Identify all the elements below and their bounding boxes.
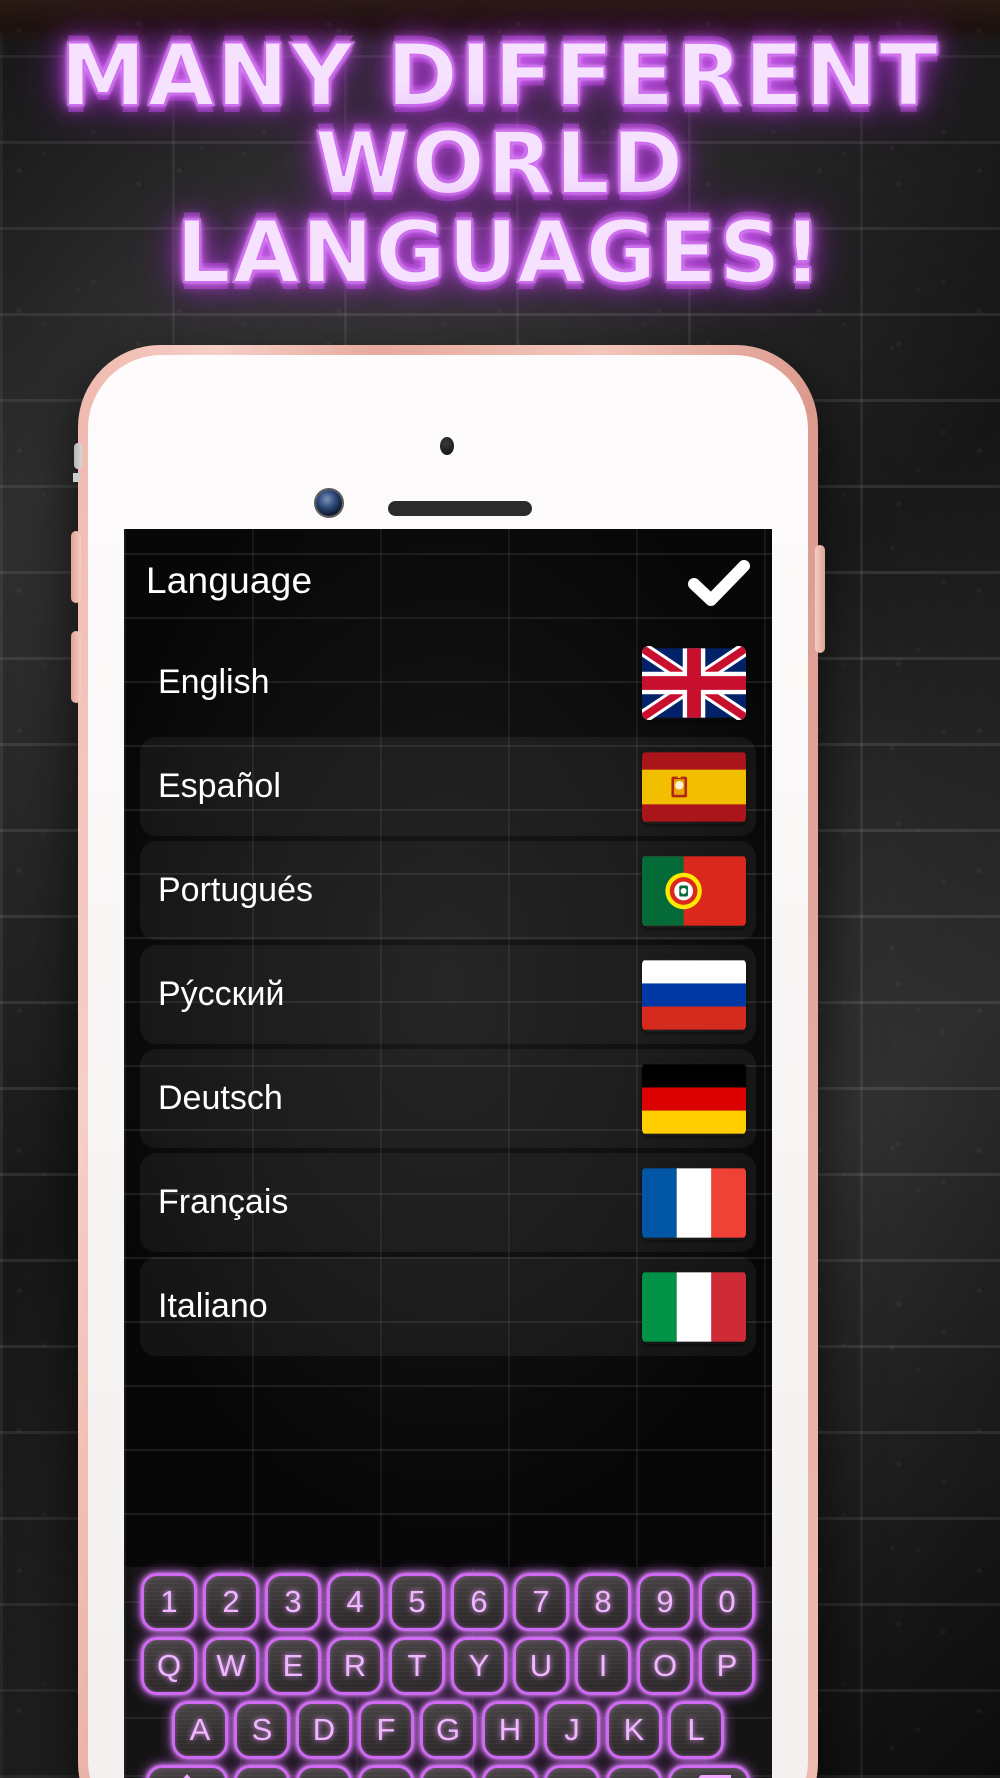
key-0[interactable]: 0	[699, 1573, 755, 1631]
language-name: Español	[158, 767, 281, 805]
key-9[interactable]: 9	[637, 1573, 693, 1631]
key-i[interactable]: I	[575, 1637, 631, 1695]
on-screen-keyboard[interactable]: 1 2 3 4 5 6 7 8 9 0 Q W E R T Y U I O P …	[124, 1567, 772, 1778]
key-r[interactable]: R	[327, 1637, 383, 1695]
key-h[interactable]: H	[482, 1701, 538, 1759]
key-1[interactable]: 1	[141, 1573, 197, 1631]
germany-flag-icon	[642, 1062, 746, 1136]
key-n[interactable]: N	[544, 1765, 600, 1778]
language-name: English	[158, 663, 270, 701]
promo-screenshot: Many Different World Languages! Language	[0, 0, 1000, 1778]
key-7[interactable]: 7	[513, 1573, 569, 1631]
checkmark-icon[interactable]	[688, 559, 750, 607]
front-camera-icon	[316, 490, 342, 516]
key-e[interactable]: E	[265, 1637, 321, 1695]
spain-flag-icon	[642, 750, 746, 824]
language-name: Français	[158, 1183, 289, 1221]
page-title: Language	[146, 560, 313, 601]
headline-line-3: Languages!	[0, 208, 1000, 296]
united-kingdom-flag-icon	[642, 646, 746, 720]
arrow-up-icon	[170, 1772, 204, 1778]
key-x[interactable]: X	[296, 1765, 352, 1778]
keyboard-home-letter-row: A S D F G H J K L	[128, 1701, 768, 1759]
key-d[interactable]: D	[296, 1701, 352, 1759]
language-name: Pýсский	[158, 975, 285, 1013]
backspace-delete-icon	[685, 1773, 733, 1778]
language-row-espanol[interactable]: Español	[140, 737, 756, 836]
language-list[interactable]: English Español Portugués Pýсский Deutsc…	[124, 633, 772, 1356]
key-q[interactable]: Q	[141, 1637, 197, 1695]
language-row-russian[interactable]: Pýсский	[140, 945, 756, 1044]
backspace-key[interactable]	[668, 1765, 750, 1778]
language-name: Deutsch	[158, 1079, 283, 1117]
key-u[interactable]: U	[513, 1637, 569, 1695]
key-l[interactable]: L	[668, 1701, 724, 1759]
key-v[interactable]: V	[420, 1765, 476, 1778]
key-f[interactable]: F	[358, 1701, 414, 1759]
key-m[interactable]: M	[606, 1765, 662, 1778]
keyboard-top-letter-row: Q W E R T Y U I O P	[128, 1637, 768, 1695]
key-6[interactable]: 6	[451, 1573, 507, 1631]
proximity-sensor-icon	[440, 437, 454, 455]
headline-line-2: World	[0, 120, 1000, 208]
key-5[interactable]: 5	[389, 1573, 445, 1631]
volume-up-button[interactable]	[71, 531, 81, 603]
key-a[interactable]: A	[172, 1701, 228, 1759]
headline-line-1: Many Different	[0, 32, 1000, 120]
power-button[interactable]	[815, 545, 825, 653]
key-3[interactable]: 3	[265, 1573, 321, 1631]
language-name: Portugués	[158, 871, 313, 909]
phone-mockup: Language English Español Portugués Pýсск…	[71, 345, 825, 1778]
key-c[interactable]: C	[358, 1765, 414, 1778]
shift-key[interactable]	[146, 1765, 228, 1778]
key-2[interactable]: 2	[203, 1573, 259, 1631]
earpiece-speaker-icon	[388, 501, 532, 516]
language-row-portugues[interactable]: Portugués	[140, 841, 756, 940]
key-t[interactable]: T	[389, 1637, 445, 1695]
key-w[interactable]: W	[203, 1637, 259, 1695]
phone-front-face: Language English Español Portugués Pýсск…	[88, 355, 808, 1778]
language-row-deutsch[interactable]: Deutsch	[140, 1049, 756, 1148]
antenna-band	[73, 473, 80, 482]
key-z[interactable]: Z	[234, 1765, 290, 1778]
keyboard-bottom-letter-row: Z X C V B N M	[128, 1765, 768, 1778]
language-row-italiano[interactable]: Italiano	[140, 1257, 756, 1356]
russia-flag-icon	[642, 958, 746, 1032]
key-o[interactable]: O	[637, 1637, 693, 1695]
key-4[interactable]: 4	[327, 1573, 383, 1631]
language-row-english[interactable]: English	[140, 633, 756, 732]
key-k[interactable]: K	[606, 1701, 662, 1759]
key-p[interactable]: P	[699, 1637, 755, 1695]
app-screen: Language English Español Portugués Pýсск…	[124, 529, 772, 1778]
language-row-francais[interactable]: Français	[140, 1153, 756, 1252]
language-name: Italiano	[158, 1287, 268, 1325]
key-g[interactable]: G	[420, 1701, 476, 1759]
app-header: Language	[124, 529, 772, 633]
mute-switch[interactable]	[74, 443, 82, 469]
volume-down-button[interactable]	[71, 631, 81, 703]
portugal-flag-icon	[642, 854, 746, 928]
key-s[interactable]: S	[234, 1701, 290, 1759]
france-flag-icon	[642, 1166, 746, 1240]
italy-flag-icon	[642, 1270, 746, 1344]
key-8[interactable]: 8	[575, 1573, 631, 1631]
key-y[interactable]: Y	[451, 1637, 507, 1695]
key-b[interactable]: B	[482, 1765, 538, 1778]
keyboard-number-row: 1 2 3 4 5 6 7 8 9 0	[128, 1573, 768, 1631]
key-j[interactable]: J	[544, 1701, 600, 1759]
promo-headline: Many Different World Languages!	[0, 32, 1000, 297]
